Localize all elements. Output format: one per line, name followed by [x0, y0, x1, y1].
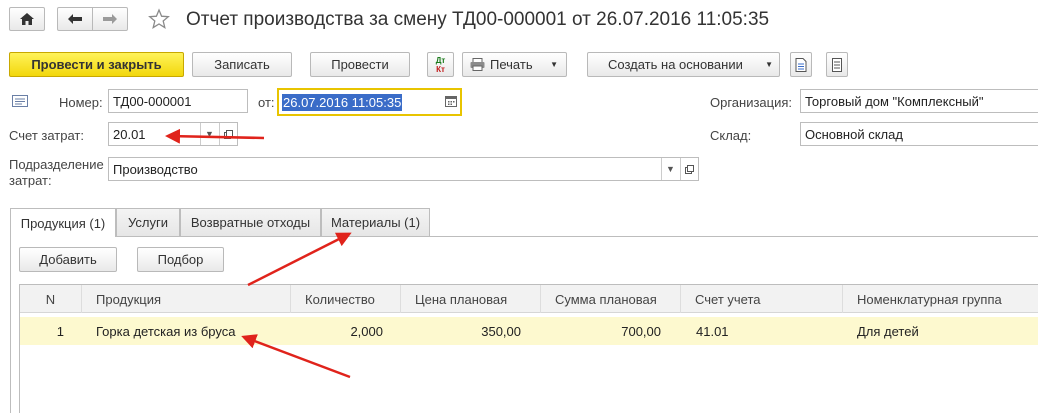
open-icon[interactable]: [219, 123, 237, 145]
page-title: Отчет производства за смену ТД00-000001 …: [186, 9, 770, 30]
printer-icon: [470, 58, 485, 71]
division-label-line1: Подразделение: [9, 157, 104, 172]
create-based-on-button[interactable]: Создать на основании ▼: [587, 52, 780, 77]
dt-label: Дт: [435, 55, 446, 65]
date-field[interactable]: 26.07.2016 11:05:35: [277, 88, 462, 116]
column-header-planned-price[interactable]: Цена плановая: [401, 285, 541, 313]
chevron-down-icon: ▼: [550, 60, 558, 69]
star-icon: [148, 8, 172, 30]
cell-quantity: 2,000: [350, 323, 383, 339]
add-row-button[interactable]: Добавить: [19, 247, 117, 272]
save-button[interactable]: Записать: [192, 52, 292, 77]
cell-nomenclature-group: Для детей: [857, 323, 919, 339]
column-header-product[interactable]: Продукция: [82, 285, 291, 313]
number-field[interactable]: ТД00-000001: [108, 89, 248, 113]
warehouse-label: Склад:: [710, 128, 752, 143]
column-header-account[interactable]: Счет учета: [681, 285, 843, 313]
document-structure-button[interactable]: [790, 52, 812, 77]
post-button[interactable]: Провести: [310, 52, 410, 77]
calendar-icon[interactable]: [445, 95, 457, 107]
cell-planned-amount: 700,00: [621, 323, 661, 339]
favorite-button[interactable]: [148, 8, 172, 30]
division-value: Производство: [113, 161, 198, 177]
post-and-close-button[interactable]: Провести и закрыть: [9, 52, 184, 77]
division-label-line2: затрат:: [9, 173, 52, 188]
back-button[interactable]: [57, 7, 93, 31]
open-icon[interactable]: [680, 158, 698, 180]
chevron-down-icon: ▼: [765, 60, 773, 69]
print-label: Печать: [490, 57, 533, 72]
cell-account: 41.01: [696, 323, 729, 339]
division-label: Подразделение затрат:: [9, 157, 104, 189]
print-button[interactable]: Печать ▼: [462, 52, 567, 77]
home-icon: [19, 12, 35, 26]
document-icon: [795, 57, 807, 72]
cell-n: 1: [56, 323, 64, 339]
selection-button[interactable]: Подбор: [137, 247, 224, 272]
cost-account-label: Счет затрат:: [9, 128, 84, 143]
division-field[interactable]: Производство ▼: [108, 157, 699, 181]
warehouse-field[interactable]: Основной склад: [800, 122, 1038, 146]
tab-materials[interactable]: Материалы (1): [321, 208, 430, 236]
tab-return-waste[interactable]: Возвратные отходы: [180, 208, 321, 236]
cell-product: Горка детская из бруса: [96, 323, 236, 339]
column-header-nomenclature-group[interactable]: Номенклатурная группа: [843, 285, 1038, 313]
column-header-planned-amount[interactable]: Сумма плановая: [541, 285, 681, 313]
more-actions-button[interactable]: [826, 52, 848, 77]
home-button[interactable]: [9, 7, 45, 31]
list-icon: [832, 57, 842, 72]
column-header-n[interactable]: N: [20, 285, 82, 313]
kt-label: Кт: [436, 64, 445, 74]
forward-button[interactable]: [92, 7, 128, 31]
tab-services[interactable]: Услуги: [116, 208, 180, 236]
arrow-right-icon: [102, 13, 118, 25]
date-label: от:: [258, 95, 275, 110]
table-row[interactable]: 1 Горка детская из бруса 2,000 350,00 70…: [20, 317, 1038, 345]
organization-field[interactable]: Торговый дом "Комплексный": [800, 89, 1038, 113]
document-type-icon: [12, 95, 28, 107]
products-table: N Продукция Количество Цена плановая Сум…: [19, 284, 1038, 413]
organization-label: Организация:: [710, 95, 793, 110]
cost-account-value: 20.01: [113, 126, 146, 142]
cell-planned-price: 350,00: [481, 323, 521, 339]
date-value: 26.07.2016 11:05:35: [282, 93, 403, 111]
dt-kt-icon: Дт Кт: [436, 56, 446, 74]
table-header: N Продукция Количество Цена плановая Сум…: [20, 285, 1038, 313]
create-based-on-label: Создать на основании: [608, 57, 743, 72]
chevron-down-icon[interactable]: ▼: [200, 123, 218, 145]
number-label: Номер:: [59, 95, 103, 110]
tab-products[interactable]: Продукция (1): [10, 208, 116, 237]
chevron-down-icon[interactable]: ▼: [661, 158, 679, 180]
arrow-left-icon: [67, 13, 83, 25]
dt-kt-button[interactable]: Дт Кт: [427, 52, 454, 77]
cost-account-field[interactable]: 20.01 ▼: [108, 122, 238, 146]
column-header-quantity[interactable]: Количество: [291, 285, 401, 313]
